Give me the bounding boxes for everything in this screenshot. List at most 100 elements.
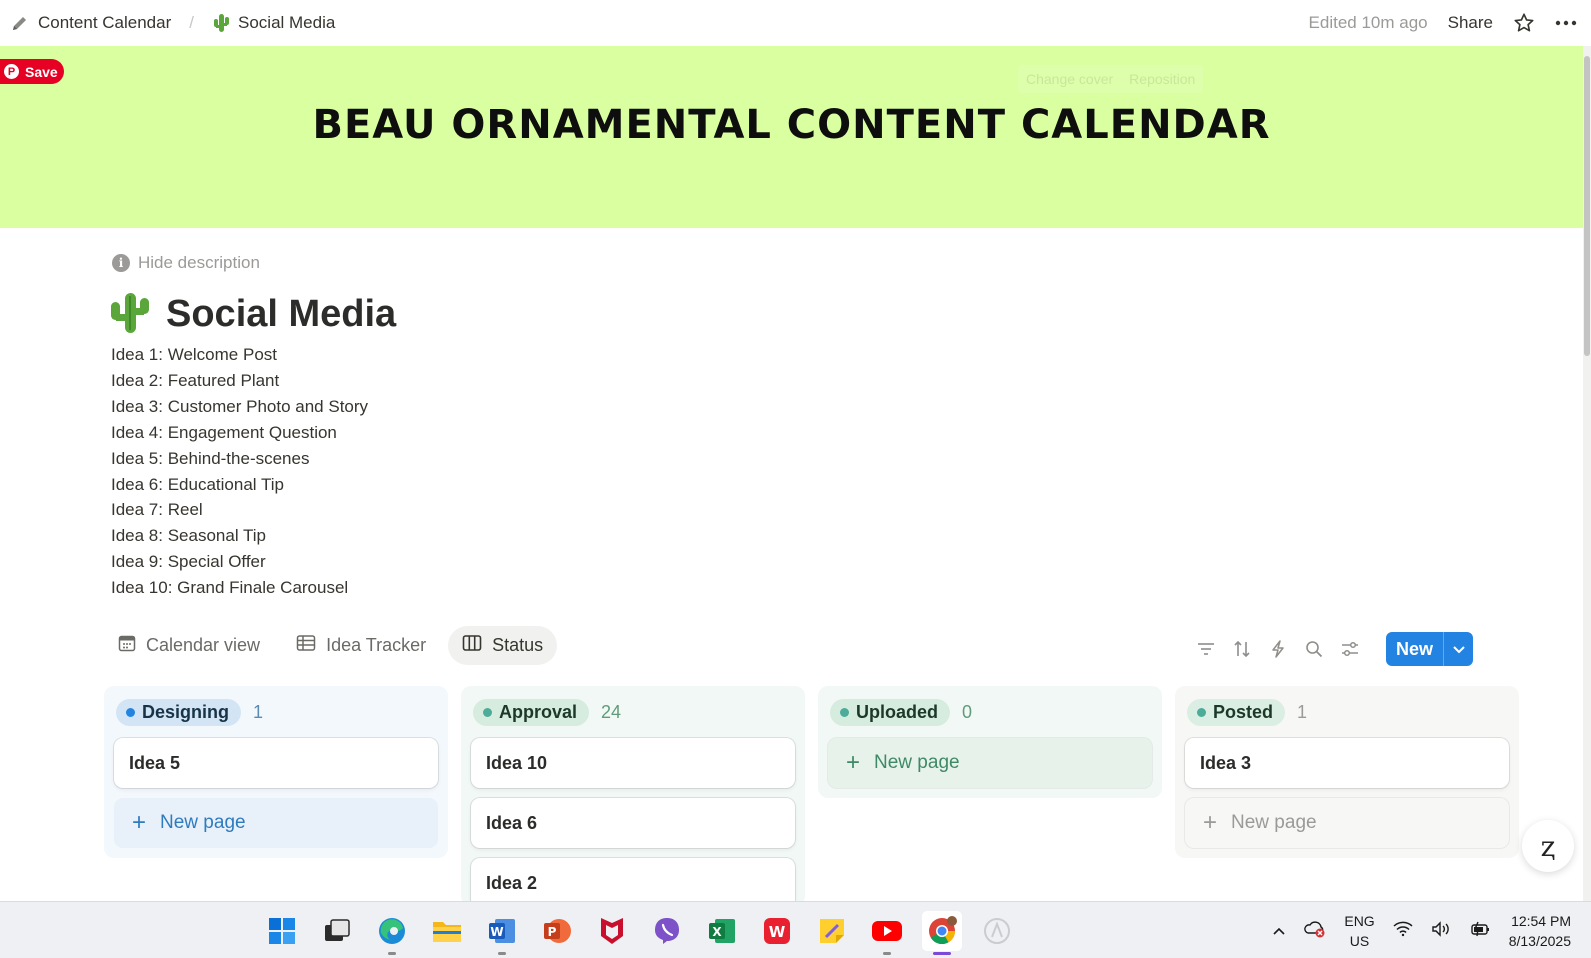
column-header: Uploaded 0 (828, 698, 1152, 726)
new-page-label: New page (1231, 812, 1317, 833)
board-card[interactable]: Idea 10 (471, 738, 795, 788)
sort-icon[interactable] (1230, 637, 1254, 661)
windows-start-icon[interactable] (262, 911, 302, 951)
running-indicator (388, 951, 396, 955)
tab-label: Idea Tracker (326, 635, 427, 655)
board-column-approval: Approval 24 Idea 10 Idea 6 Idea 2 (461, 686, 805, 908)
status-pill[interactable]: Posted (1187, 698, 1286, 726)
board-icon (462, 634, 482, 657)
tab-label: Calendar view (146, 635, 261, 655)
battery-charging-icon[interactable] (1469, 921, 1491, 940)
language-code: ENG (1344, 912, 1375, 929)
breadcrumb-social-media[interactable]: Social Media (238, 13, 335, 33)
cover-controls: Change cover Reposition (1018, 65, 1204, 93)
input-language[interactable]: ENG US (1344, 911, 1374, 951)
excel-icon[interactable]: X (702, 911, 742, 951)
running-indicator (883, 951, 891, 955)
file-explorer-icon[interactable] (427, 911, 467, 951)
new-page-button[interactable]: + New page (828, 738, 1152, 788)
board-card[interactable]: Idea 5 (114, 738, 438, 788)
new-page-button[interactable]: + New page (114, 798, 438, 848)
new-button-label[interactable]: New (1386, 632, 1443, 666)
clock[interactable]: 12:54 PM 8/13/2025 (1509, 911, 1571, 951)
sticky-notes-icon[interactable] (812, 911, 852, 951)
board-column-designing: Designing 1 Idea 5 + New page (104, 686, 448, 858)
wifi-icon[interactable] (1393, 921, 1413, 940)
tab-status[interactable]: Status (448, 626, 558, 665)
pinterest-save-button[interactable]: P Save (0, 59, 64, 84)
search-icon[interactable] (1302, 637, 1326, 661)
edge-browser-icon[interactable] (372, 911, 412, 955)
page-title-text[interactable]: Social Media (166, 293, 396, 336)
tab-idea-tracker[interactable]: Idea Tracker (282, 626, 440, 665)
share-button[interactable]: Share (1448, 13, 1493, 33)
scrollbar-thumb[interactable] (1584, 56, 1590, 356)
board-column-posted: Posted 1 Idea 3 + New page (1175, 686, 1519, 858)
mcafee-icon[interactable] (592, 911, 632, 951)
info-icon: i (112, 254, 130, 272)
word-icon[interactable]: W (482, 911, 522, 955)
description-line: Idea 5: Behind-the-scenes (111, 448, 310, 468)
status-label: Designing (142, 701, 230, 722)
more-options-icon[interactable] (1555, 20, 1577, 26)
column-header: Posted 1 (1185, 698, 1509, 726)
column-header: Approval 24 (471, 698, 795, 726)
breadcrumb-content-calendar[interactable]: Content Calendar (38, 13, 171, 33)
calendar-icon (118, 634, 136, 657)
star-icon[interactable] (1513, 12, 1535, 34)
new-button[interactable]: New (1386, 632, 1474, 666)
youtube-icon[interactable] (867, 911, 907, 955)
volume-icon[interactable] (1431, 921, 1451, 940)
description-line: Idea 6: Educational Tip (111, 474, 284, 494)
plus-icon: + (1203, 809, 1218, 836)
reposition-button[interactable]: Reposition (1121, 65, 1203, 93)
topbar-actions: Edited 10m ago Share (1309, 0, 1577, 46)
column-count: 1 (1297, 701, 1308, 722)
board-card[interactable]: Idea 3 (1185, 738, 1509, 788)
page-description[interactable]: Idea 1: Welcome Post Idea 2: Featured Pl… (111, 342, 368, 601)
tab-label: Status (492, 635, 544, 655)
status-dot (483, 707, 492, 717)
status-pill[interactable]: Uploaded (830, 698, 951, 726)
hide-description-toggle[interactable]: i Hide description (112, 253, 260, 273)
new-page-button[interactable]: + New page (1185, 798, 1509, 848)
chevron-up-icon[interactable] (1272, 923, 1286, 939)
onedrive-error-icon[interactable] (1304, 920, 1326, 941)
wps-office-icon[interactable]: W (757, 911, 797, 951)
notion-ai-button[interactable]: ⱬ (1522, 820, 1574, 872)
edited-timestamp: Edited 10m ago (1308, 13, 1428, 32)
column-count: 0 (962, 701, 973, 722)
column-header: Designing 1 (114, 698, 438, 726)
clock-time: 12:54 PM (1511, 912, 1571, 929)
powerpoint-icon[interactable]: P (537, 911, 577, 951)
status-pill[interactable]: Designing (116, 698, 242, 726)
cactus-icon[interactable] (108, 290, 152, 339)
settings-sliders-icon[interactable] (1338, 637, 1362, 661)
region-code: US (1349, 932, 1370, 949)
cover-title: BEAU ORNAMENTAL CONTENT CALENDAR (312, 102, 1271, 148)
viber-icon[interactable] (647, 911, 687, 951)
automation-lightning-icon[interactable] (1266, 637, 1290, 661)
table-icon (296, 634, 316, 657)
chevron-down-icon[interactable] (1443, 632, 1473, 666)
pencil-icon (10, 13, 30, 33)
topbar: Content Calendar / Social Media Edited 1… (0, 0, 1591, 46)
svg-text:P: P (548, 925, 557, 939)
change-cover-button[interactable]: Change cover (1018, 65, 1121, 93)
chrome-icon[interactable] (922, 910, 962, 955)
board-column-uploaded: Uploaded 0 + New page (818, 686, 1162, 798)
status-label: Posted (1213, 701, 1274, 722)
board-card[interactable]: Idea 6 (471, 798, 795, 848)
pinterest-icon: P (4, 64, 19, 79)
status-dot (1197, 707, 1206, 717)
copilot-icon[interactable] (977, 911, 1017, 951)
task-view-icon[interactable] (317, 911, 357, 951)
column-count: 1 (253, 701, 264, 722)
tab-calendar-view[interactable]: Calendar view (104, 626, 274, 665)
windows-taskbar: W P X W ENG US 12:54 PM 8/13/2025 (0, 901, 1591, 958)
filter-icon[interactable] (1194, 637, 1218, 661)
description-line: Idea 3: Customer Photo and Story (111, 396, 369, 416)
status-pill[interactable]: Approval (473, 698, 590, 726)
new-page-label: New page (160, 812, 246, 833)
page-scrollbar[interactable] (1583, 46, 1591, 901)
